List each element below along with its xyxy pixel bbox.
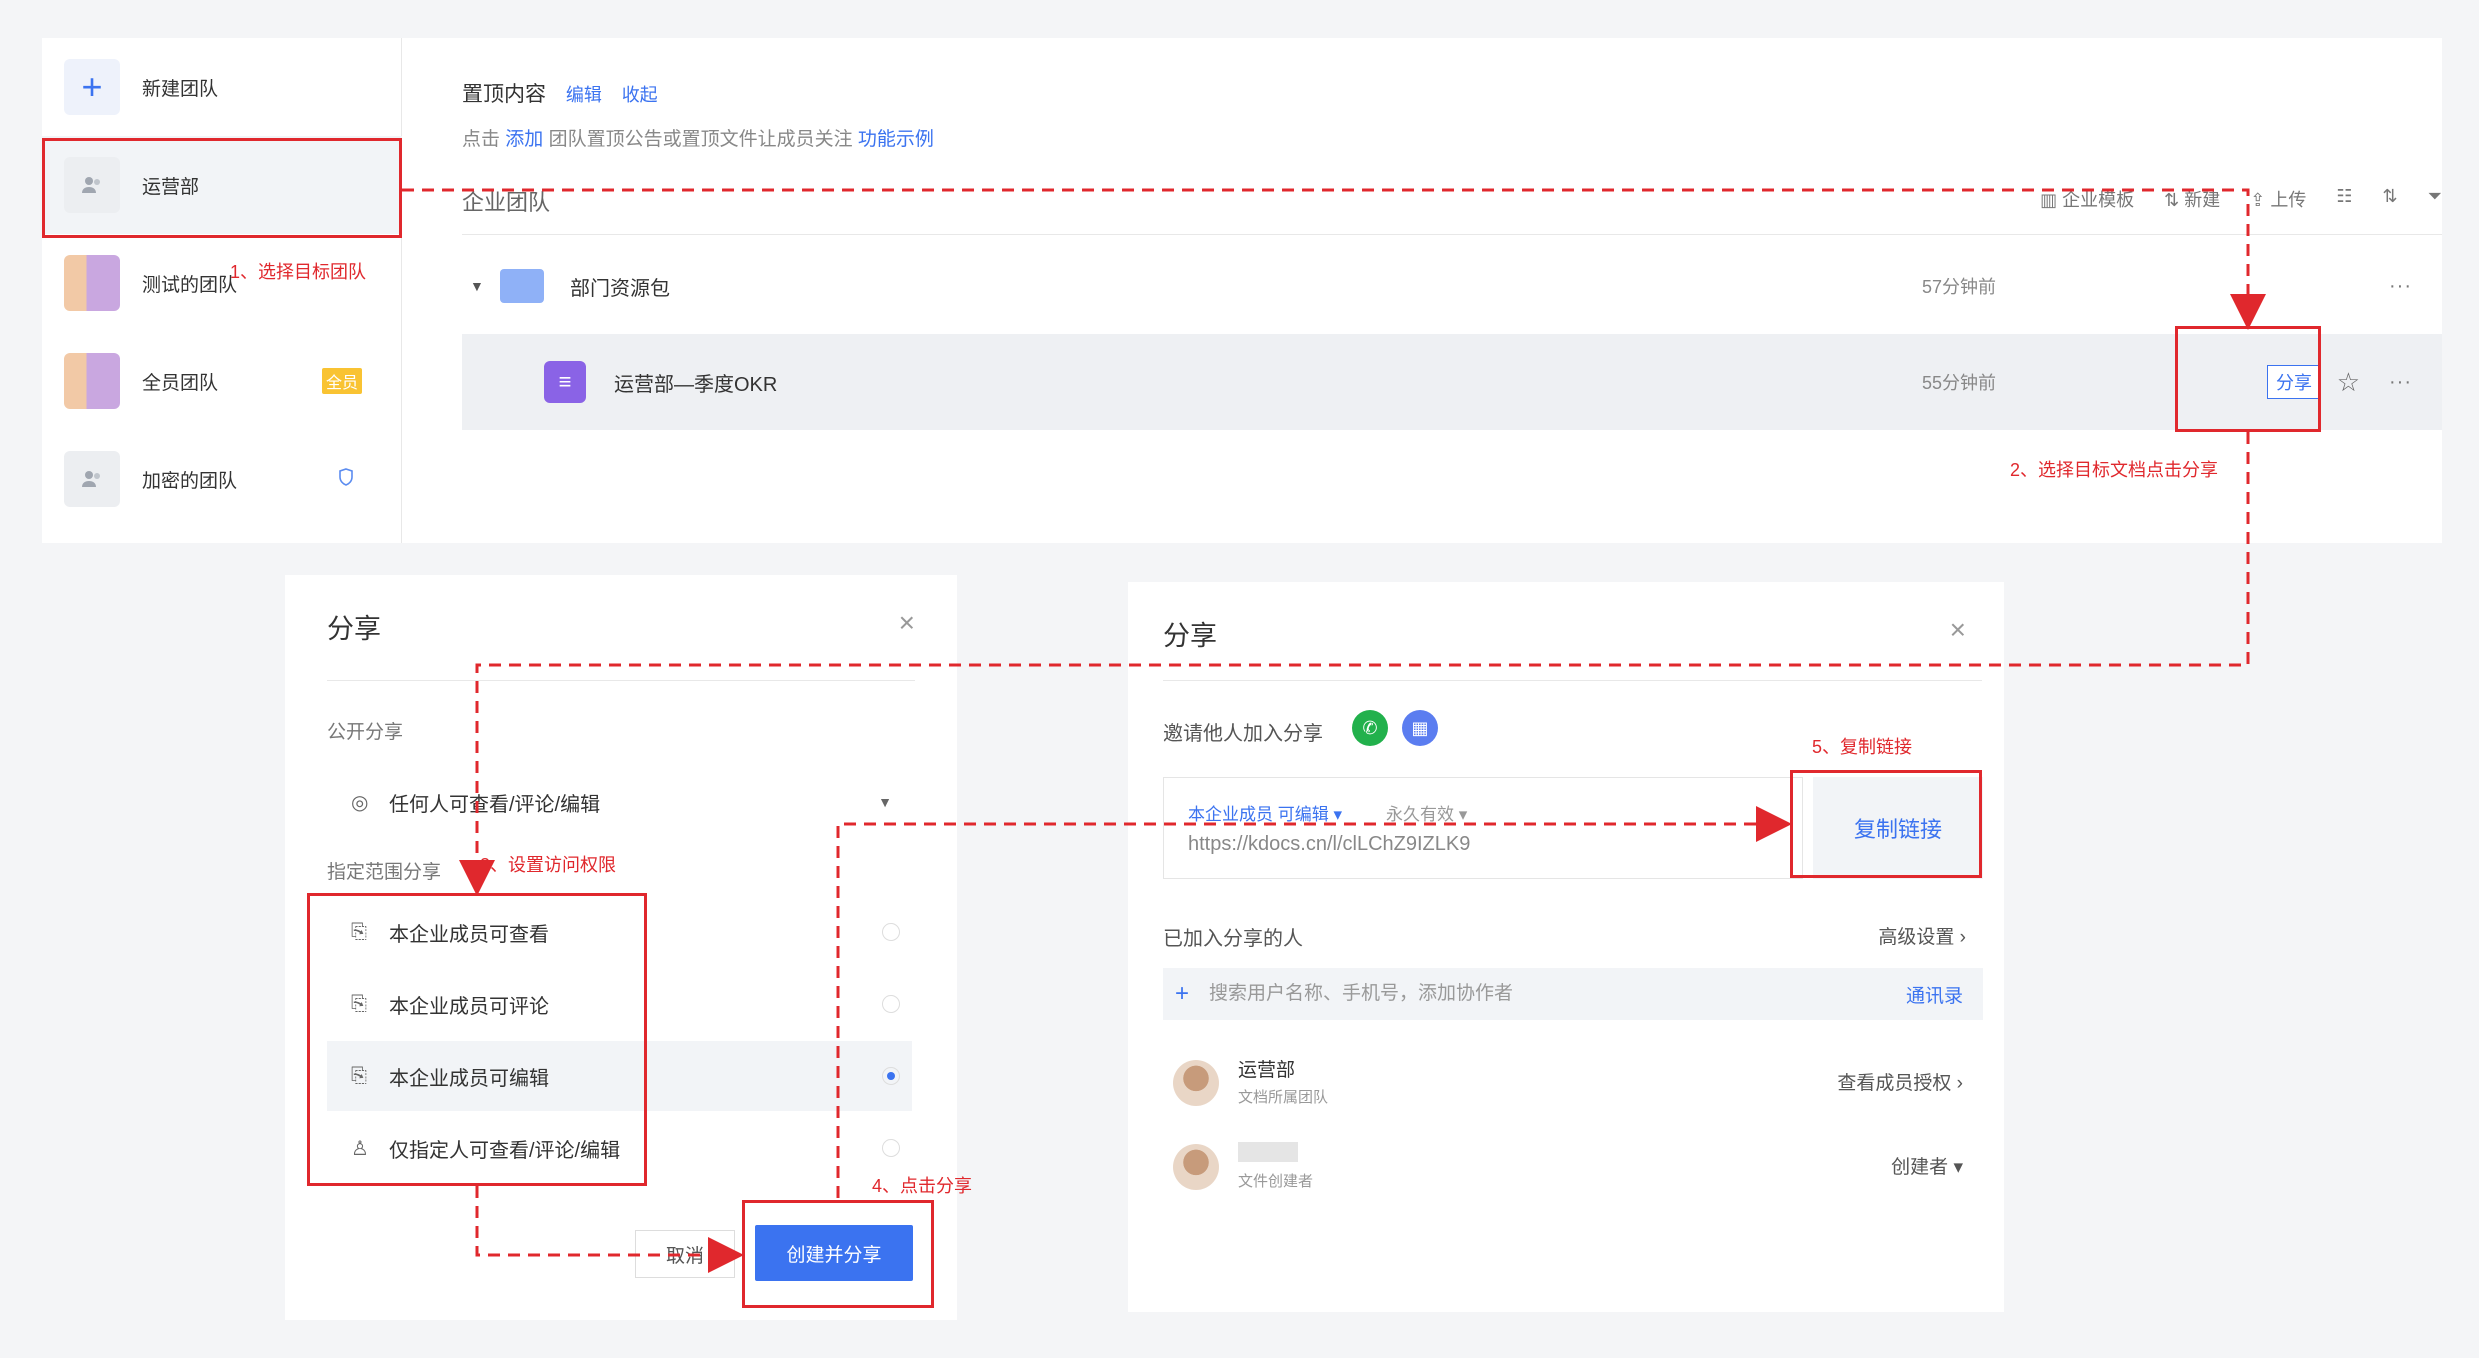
annotation-arrows bbox=[402, 188, 2266, 1273]
arrow-step2-to-step3 bbox=[459, 432, 2250, 896]
arrow-step1-to-step2 bbox=[402, 188, 2266, 330]
arrow-step3-to-step4 bbox=[475, 1186, 744, 1273]
arrow-step4-to-step5 bbox=[836, 806, 1792, 1198]
